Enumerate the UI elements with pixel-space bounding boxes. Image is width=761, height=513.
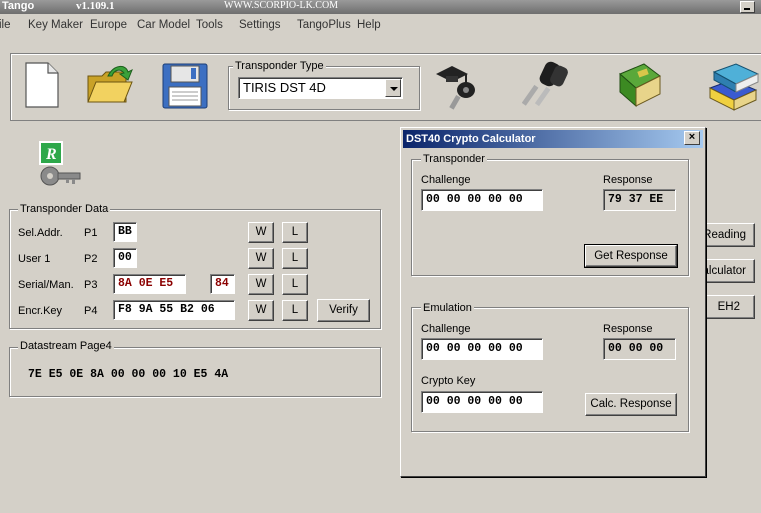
transponder-data-title: Transponder Data	[18, 203, 111, 215]
books-stack-icon[interactable]	[706, 58, 761, 112]
eh2-button[interactable]: EH2	[700, 295, 755, 319]
dialog-transponder-title: Transponder	[421, 153, 487, 165]
minimize-button[interactable]	[740, 1, 755, 13]
row-label-sel-addr: Sel.Addr.	[18, 227, 63, 239]
calc-response-button[interactable]: Calc. Response	[585, 393, 677, 416]
user1-field[interactable]: 00	[113, 248, 137, 268]
load-p1-button[interactable]: L	[282, 222, 308, 243]
menu-bar: ile Key Maker Europe Car Model Tools Set…	[0, 17, 761, 35]
write-p2-button[interactable]: W	[248, 248, 274, 269]
emulation-challenge-label: Challenge	[421, 323, 471, 335]
row-page-p1: P1	[84, 227, 98, 239]
open-folder-icon[interactable]	[86, 62, 134, 108]
emulation-response-field: 00 00 00	[603, 338, 676, 360]
row-label-serial-man: Serial/Man.	[18, 279, 74, 291]
row-label-encr-key: Encr.Key	[18, 305, 63, 317]
transponder-challenge-field[interactable]: 00 00 00 00 00	[421, 189, 543, 211]
menu-file[interactable]: ile	[0, 19, 11, 31]
row-label-user1: User 1	[18, 253, 51, 265]
key-graduation-icon[interactable]	[432, 60, 482, 110]
new-file-icon[interactable]	[24, 61, 60, 109]
menu-help[interactable]: Help	[357, 19, 381, 31]
get-response-button[interactable]: Get Response	[584, 244, 678, 268]
datastream-title: Datastream Page4	[18, 340, 114, 352]
app-website: WWW.SCORPIO-LK.COM	[224, 0, 339, 11]
transponder-response-label: Response	[603, 174, 653, 186]
reading-button[interactable]: Reading	[700, 223, 755, 247]
sel-addr-field[interactable]: BB	[113, 222, 137, 242]
row-page-p2: P2	[84, 253, 98, 265]
dst40-dialog: DST40 Crypto Calculator × Transponder Ch…	[400, 127, 706, 477]
write-p4-button[interactable]: W	[248, 300, 274, 321]
row-page-p4: P4	[84, 305, 98, 317]
emulation-response-label: Response	[603, 323, 653, 335]
car-keys-icon[interactable]	[521, 58, 574, 110]
row-page-p3: P3	[84, 279, 98, 291]
title-bar: Tango v1.109.1 WWW.SCORPIO-LK.COM	[0, 0, 761, 14]
serial-field[interactable]: 8A 0E E5	[113, 274, 186, 294]
verify-button[interactable]: Verify	[317, 299, 370, 322]
save-floppy-icon[interactable]	[162, 63, 208, 109]
transponder-type-value: TIRIS DST 4D	[243, 80, 326, 95]
datastream-value: 7E E5 0E 8A 00 00 00 10 E5 4A	[28, 368, 229, 381]
load-p4-button[interactable]: L	[282, 300, 308, 321]
crypto-key-field[interactable]: 00 00 00 00 00	[421, 391, 543, 413]
app-title: Tango	[2, 0, 35, 12]
transponder-key-icon: R	[38, 140, 82, 190]
write-p1-button[interactable]: W	[248, 222, 274, 243]
load-p2-button[interactable]: L	[282, 248, 308, 269]
svg-text:R: R	[45, 146, 57, 163]
calculator-button[interactable]: alculator	[700, 259, 755, 283]
transponder-type-label: Transponder Type	[233, 60, 326, 72]
chevron-down-icon[interactable]	[385, 79, 401, 97]
close-icon[interactable]: ×	[684, 131, 700, 145]
manufacturer-field[interactable]: 84	[210, 274, 235, 294]
green-book-icon[interactable]	[614, 60, 664, 110]
menu-europe[interactable]: Europe	[90, 19, 127, 31]
dialog-emulation-title: Emulation	[421, 302, 474, 314]
transponder-challenge-label: Challenge	[421, 174, 471, 186]
crypto-key-label: Crypto Key	[421, 375, 476, 387]
encr-key-field[interactable]: F8 9A 55 B2 06	[113, 300, 235, 320]
emulation-challenge-field[interactable]: 00 00 00 00 00	[421, 338, 543, 360]
dialog-title: DST40 Crypto Calculator	[403, 130, 703, 148]
app-version: v1.109.1	[76, 0, 115, 12]
menu-tools[interactable]: Tools	[196, 19, 223, 31]
menu-car-model[interactable]: Car Model	[137, 19, 190, 31]
load-p3-button[interactable]: L	[282, 274, 308, 295]
transponder-type-select[interactable]: TIRIS DST 4D	[238, 77, 403, 99]
menu-tangoplus[interactable]: TangoPlus	[297, 19, 351, 31]
menu-settings[interactable]: Settings	[239, 19, 281, 31]
write-p3-button[interactable]: W	[248, 274, 274, 295]
transponder-response-field: 79 37 EE	[603, 189, 676, 211]
menu-key-maker[interactable]: Key Maker	[28, 19, 83, 31]
